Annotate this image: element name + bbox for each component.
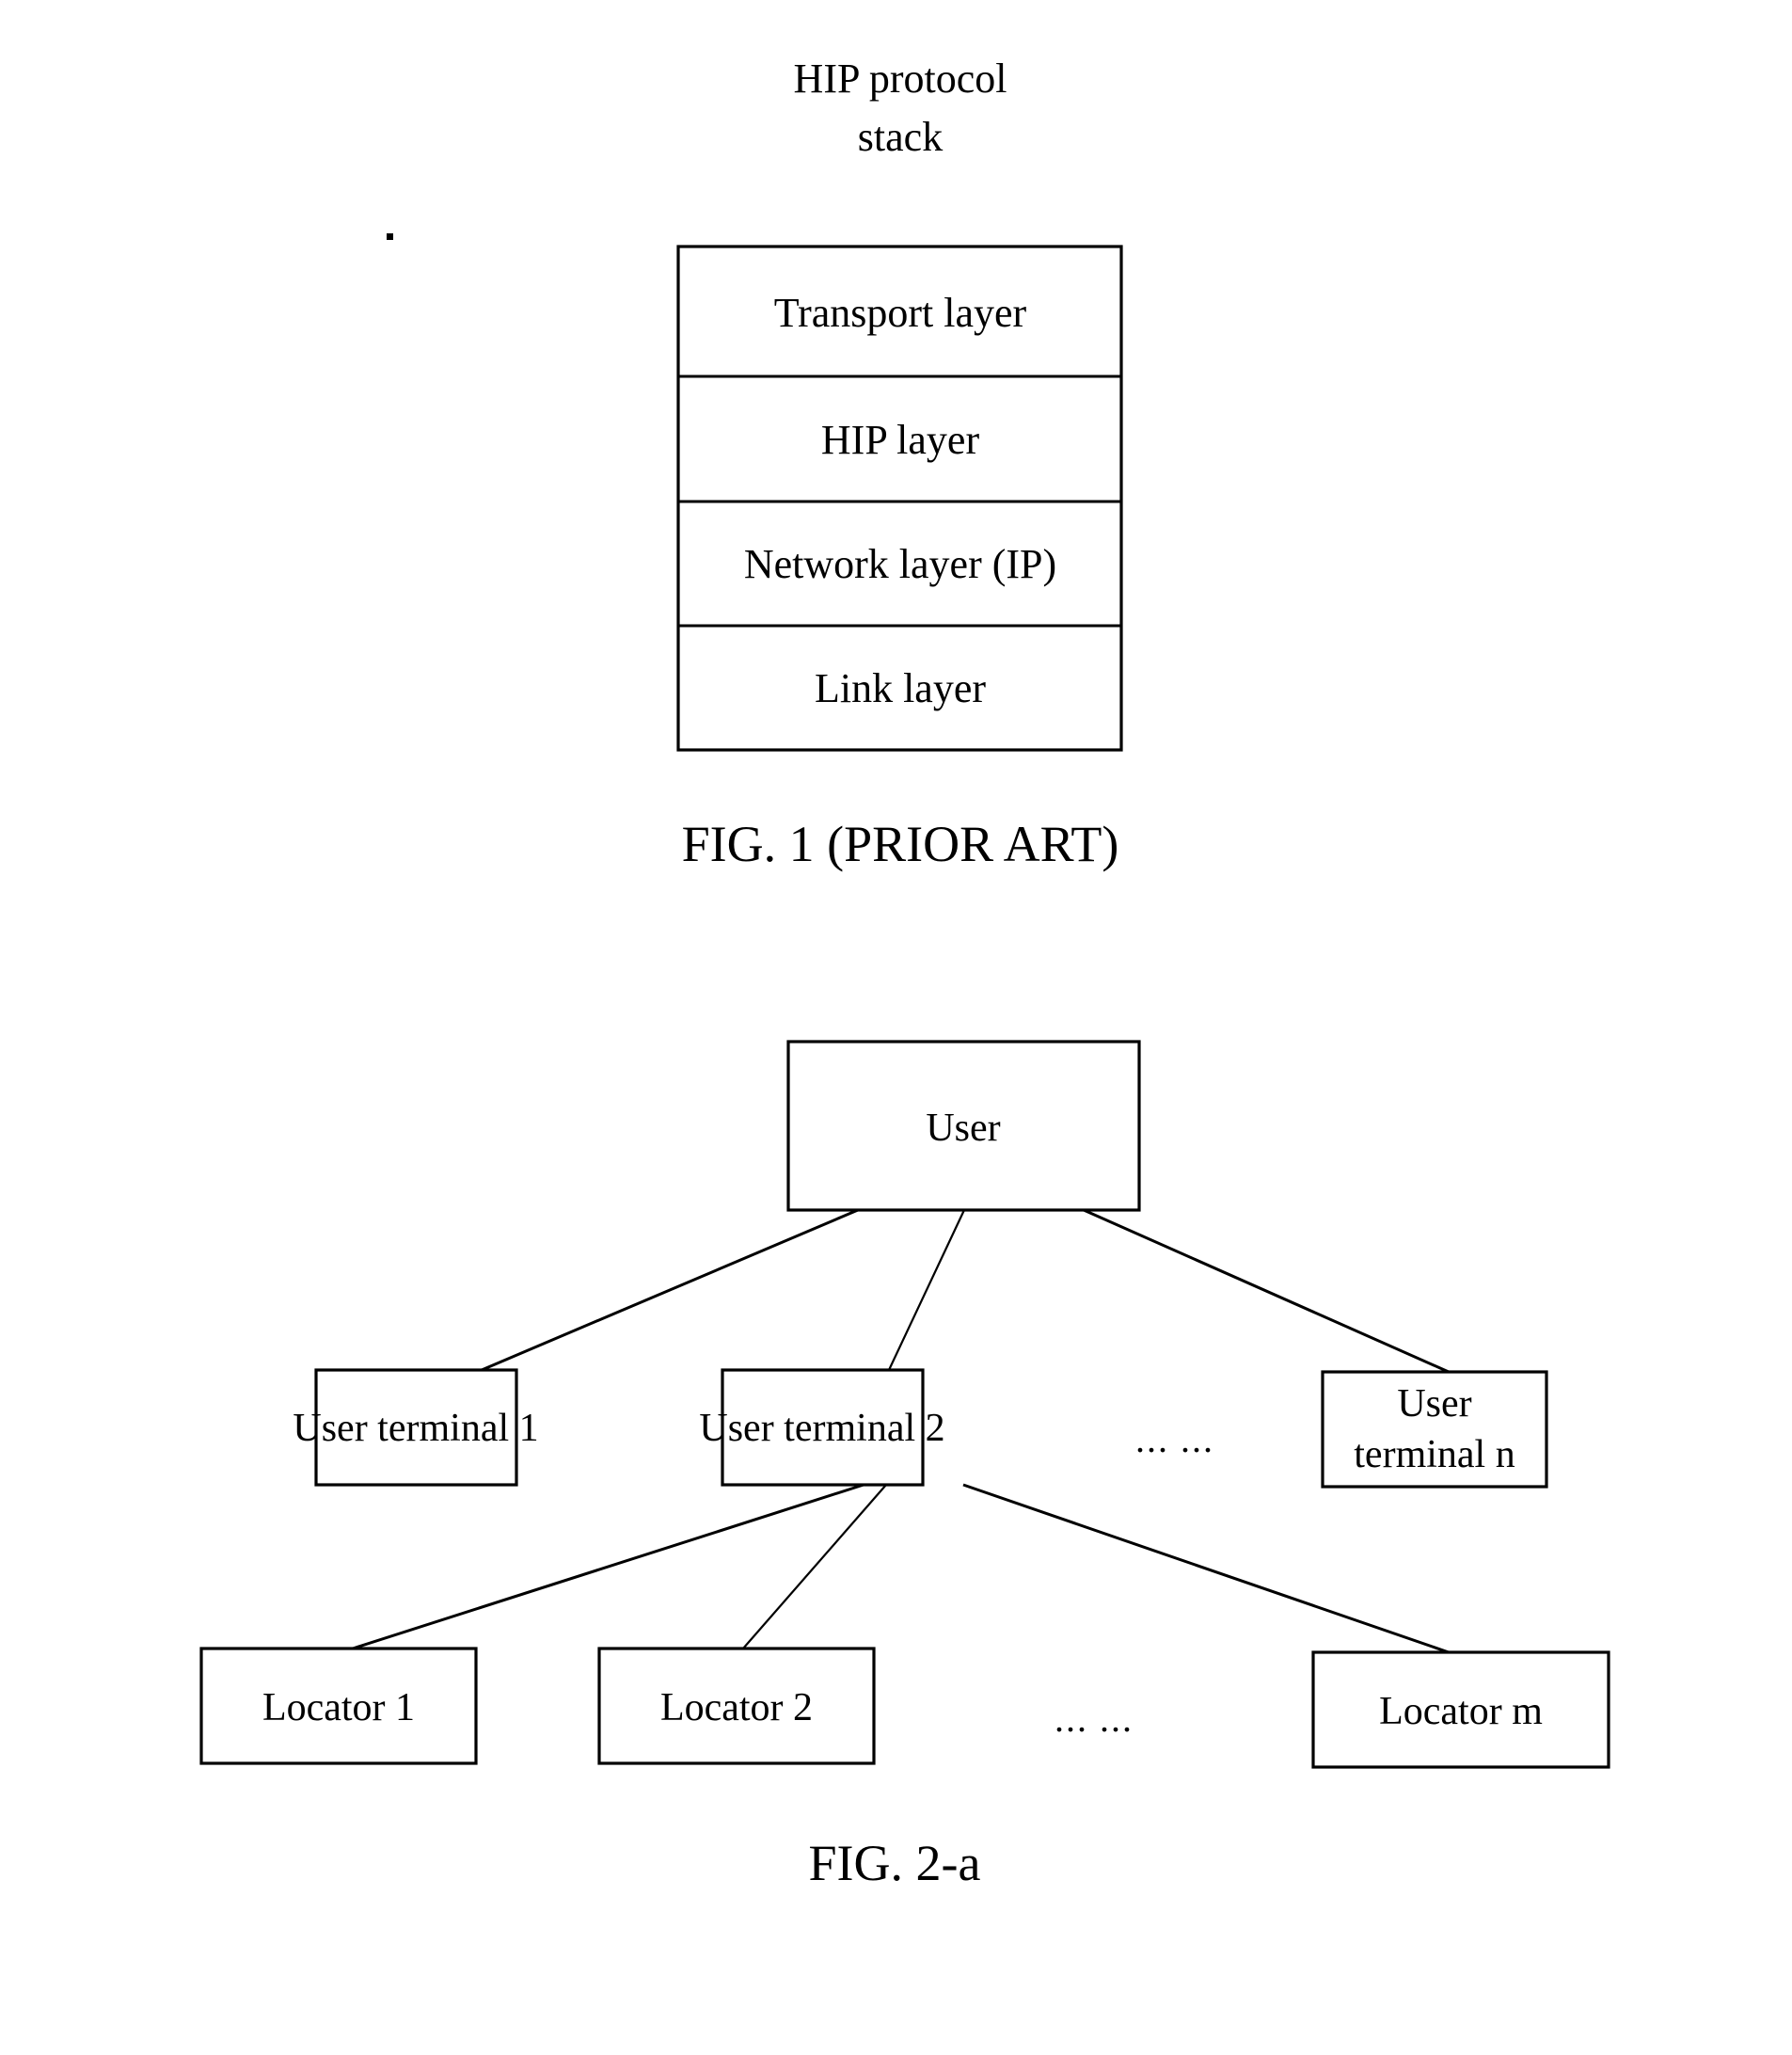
connector-user-to-terminal-1 (481, 1208, 859, 1372)
locator-m-label: Locator m (1379, 1690, 1543, 1733)
connector-terminal2-to-locator-2 (742, 1484, 887, 1649)
figure-1-group: HIP protocol stack Transport layer HIP l… (387, 56, 1123, 872)
terminal-row-ellipsis: ... ... (1135, 1418, 1214, 1460)
stack-layer-network-label: Network layer (IP) (744, 541, 1056, 587)
user-terminal-2-label: User terminal 2 (699, 1407, 944, 1450)
figure-2a-group: User User terminal 1 User terminal 2 ...… (199, 1040, 1610, 1891)
user-terminal-1-label: User terminal 1 (293, 1407, 538, 1450)
stack-layer-transport-label: Transport layer (774, 290, 1027, 336)
connector-terminal2-to-locator-1 (352, 1483, 864, 1650)
connector-terminal2-to-locator-m (962, 1483, 1450, 1654)
figure-sheet: HIP protocol stack Transport layer HIP l… (0, 0, 1792, 2055)
user-terminal-n-label-line2: terminal n (1354, 1433, 1514, 1476)
figure1-caption: FIG. 1 (PRIOR ART) (682, 816, 1119, 872)
scan-speck-artifact (387, 233, 393, 240)
figure2a-caption: FIG. 2-a (809, 1835, 981, 1891)
patent-figure-canvas: HIP protocol stack Transport layer HIP l… (199, 56, 1610, 1891)
user-terminal-n-label-line1: User (1397, 1382, 1471, 1426)
stack-layer-link-label: Link layer (815, 665, 986, 711)
stack-layer-hip-label: HIP layer (821, 417, 980, 463)
figure1-title-line1: HIP protocol (794, 56, 1007, 102)
user-box-label: User (926, 1107, 1000, 1150)
locator-2-label: Locator 2 (660, 1686, 813, 1729)
locator-1-label: Locator 1 (262, 1686, 415, 1729)
connector-user-to-terminal-2 (888, 1209, 965, 1371)
figure1-title-line2: stack (858, 114, 943, 160)
locator-row-ellipsis: ... ... (1055, 1697, 1134, 1740)
connector-user-to-terminal-n (1083, 1208, 1450, 1374)
